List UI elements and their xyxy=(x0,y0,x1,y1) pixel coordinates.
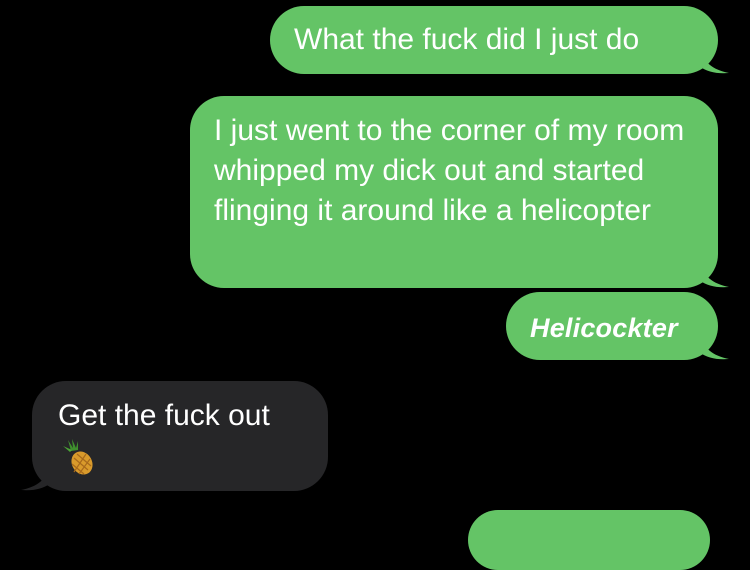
bubble-tail-icon xyxy=(699,262,729,288)
bubble-tail-icon xyxy=(21,465,51,491)
bubble-tail-icon xyxy=(699,48,729,74)
bubble-tail-icon xyxy=(699,334,729,360)
sent-message-bubble[interactable]: I just went to the corner of my room whi… xyxy=(190,96,729,288)
message-text: What the fuck did I just do xyxy=(294,23,640,56)
received-message-bubble[interactable]: Get the fuck out xyxy=(21,381,328,491)
message-thread: What the fuck did I just do I just went … xyxy=(0,0,750,570)
message-text: I just went to the corner of my room whi… xyxy=(214,114,685,227)
sent-message-bubble[interactable]: Helicockter xyxy=(506,292,729,360)
sent-message-bubble[interactable]: What the fuck did I just do xyxy=(270,6,729,74)
sent-message-bubble-partial[interactable] xyxy=(468,510,710,570)
pineapple-icon xyxy=(63,439,93,475)
message-text: Get the fuck out xyxy=(58,399,270,432)
message-text: Helicockter xyxy=(530,313,678,343)
